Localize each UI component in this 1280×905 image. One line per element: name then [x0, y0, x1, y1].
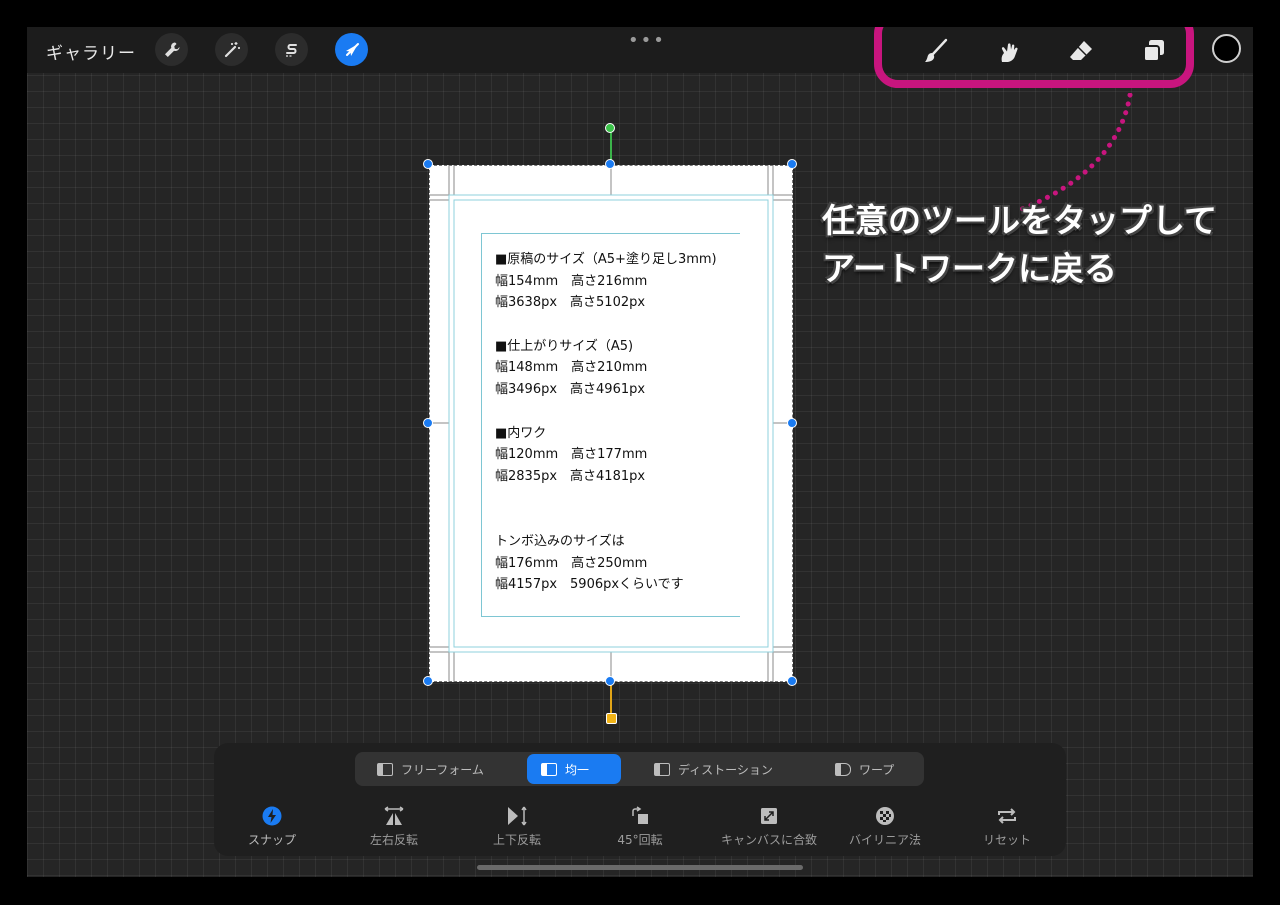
info-line: 幅176mm 高さ250mm: [495, 555, 648, 571]
size-info-text: ■原稿のサイズ（A5+塗り足し3mm) 幅154mm 高さ216mm 幅3638…: [495, 249, 740, 596]
warp-icon: [835, 762, 851, 776]
bilinear-icon: [876, 807, 894, 825]
fit-to-canvas-button[interactable]: キャンバスに合致: [704, 805, 834, 848]
transform-handle-right[interactable]: [787, 418, 797, 428]
mode-freeform[interactable]: フリーフォーム: [363, 754, 528, 784]
distort-icon: [654, 762, 670, 776]
mode-label: 均一: [565, 762, 590, 777]
selection-s-icon: [285, 43, 297, 57]
mode-label: ワープ: [859, 762, 895, 777]
info-line: [495, 401, 740, 423]
bilinear-button[interactable]: バイリニア法: [830, 805, 940, 848]
mode-distort[interactable]: ディストーション: [640, 754, 800, 784]
dotted-pointer-annotation: [1019, 93, 1133, 212]
info-line: 幅3638px 高さ5102px: [495, 295, 646, 311]
info-line: 幅148mm 高さ210mm: [495, 360, 648, 376]
fit-to-canvas-icon: [761, 808, 777, 824]
transform-handle-bottom-right[interactable]: [787, 676, 797, 686]
mode-warp[interactable]: ワープ: [821, 754, 911, 784]
flip-vertical-button[interactable]: 上下反転: [462, 805, 572, 848]
adjustments-button[interactable]: [215, 33, 248, 66]
action-label: 左右反転: [369, 833, 418, 847]
info-line: 幅154mm 高さ216mm: [495, 273, 648, 289]
reset-button[interactable]: リセット: [952, 805, 1062, 848]
info-line: 幅120mm 高さ177mm: [495, 447, 648, 463]
info-line: 幅2835px 高さ4181px: [495, 468, 646, 484]
transform-handle-top[interactable]: [605, 159, 615, 169]
tools-highlight-annotation: [874, 27, 1194, 88]
flip-v-icon-wrap: [462, 805, 572, 827]
callout-line-1: 任意のツールをタップして: [822, 201, 1218, 240]
transform-handle-bottom[interactable]: [605, 676, 615, 686]
shear-handle[interactable]: [606, 713, 617, 724]
transform-handle-bottom-left[interactable]: [423, 676, 433, 686]
action-label: スナップ: [247, 833, 296, 847]
transform-handle-top-right[interactable]: [787, 159, 797, 169]
flip-horizontal-icon: [384, 806, 404, 825]
transform-handle-left[interactable]: [423, 418, 433, 428]
info-line: [495, 509, 740, 531]
action-label: 上下反転: [492, 833, 541, 847]
info-line: 幅3496px 高さ4961px: [495, 382, 646, 398]
uniform-icon: [541, 762, 557, 776]
fit-icon-wrap: [704, 805, 834, 827]
procreate-screen: ギャラリー ••• 任意のツールをタップして アートワークに戻る ■原稿のサイズ…: [27, 27, 1253, 877]
artwork-canvas[interactable]: ■原稿のサイズ（A5+塗り足し3mm) 幅154mm 高さ216mm 幅3638…: [429, 165, 793, 682]
instruction-callout: 任意のツールをタップして アートワークに戻る: [822, 197, 1217, 293]
actions-button[interactable]: [155, 33, 188, 66]
info-line: ■仕上がりサイズ（A5): [495, 338, 634, 354]
snap-icon-wrap: [217, 805, 327, 827]
mode-uniform[interactable]: 均一: [527, 754, 621, 784]
color-picker-button[interactable]: [1212, 34, 1241, 63]
snap-button[interactable]: スナップ: [217, 805, 327, 848]
gallery-button[interactable]: ギャラリー: [46, 39, 136, 64]
action-label: 45°回転: [617, 833, 663, 847]
info-line: [495, 314, 740, 336]
info-line: ■原稿のサイズ（A5+塗り足し3mm): [495, 252, 717, 267]
flip-vertical-icon: [508, 806, 527, 826]
rotation-handle[interactable]: [605, 123, 615, 133]
transform-mode-bar: フリーフォーム 均一 ディストーション ワープ: [355, 752, 924, 786]
wrench-icon: [164, 42, 179, 57]
bilinear-icon-wrap: [830, 805, 940, 827]
arrow-cursor-icon: [345, 42, 359, 56]
selection-button[interactable]: [275, 33, 308, 66]
magic-wand-icon: [224, 41, 240, 57]
transform-button[interactable]: [335, 33, 368, 66]
info-line: ■内ワク: [495, 425, 547, 441]
rotate-45-button[interactable]: 45°回転: [585, 805, 695, 848]
info-line: 幅4157px 5906pxくらいです: [495, 577, 684, 593]
transform-dock: フリーフォーム 均一 ディストーション ワープ スナップ 左右反転 上下反転 4…: [214, 743, 1066, 856]
transform-handle-top-left[interactable]: [423, 159, 433, 169]
action-label: バイリニア法: [848, 833, 921, 847]
reset-icon: [998, 808, 1016, 824]
rotate-45-icon: [632, 806, 648, 824]
home-indicator[interactable]: [477, 865, 803, 870]
callout-line-2: アートワークに戻る: [822, 249, 1118, 288]
action-label: リセット: [982, 833, 1031, 847]
flip-horizontal-button[interactable]: 左右反転: [339, 805, 449, 848]
mode-label: フリーフォーム: [401, 762, 484, 777]
mode-label: ディストーション: [678, 762, 773, 777]
more-options-icon[interactable]: •••: [628, 30, 666, 51]
flip-h-icon-wrap: [339, 805, 449, 827]
reset-icon-wrap: [952, 805, 1062, 827]
info-line: トンボ込みのサイズは: [495, 533, 625, 549]
snap-lightning-icon: [262, 806, 282, 826]
info-line: [495, 488, 740, 510]
freeform-icon: [377, 762, 393, 776]
action-label: キャンバスに合致: [720, 833, 817, 847]
rotate-icon-wrap: [585, 805, 695, 827]
